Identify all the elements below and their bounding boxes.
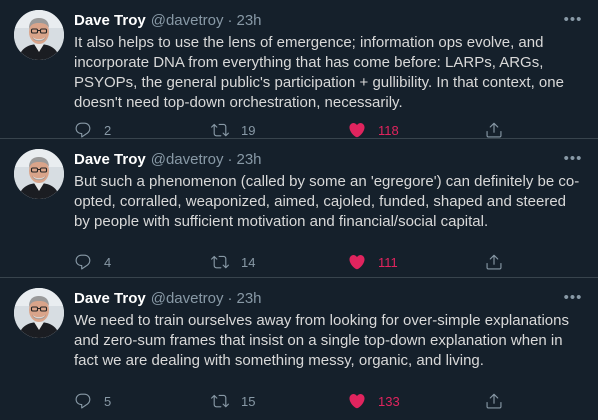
tweet-content: Dave Troy @davetroy · 23h ••• But such a…	[74, 149, 584, 232]
more-icon[interactable]: •••	[562, 8, 584, 30]
separator-dot: ·	[227, 289, 233, 307]
share-icon	[485, 253, 503, 271]
reply-count: 5	[104, 393, 112, 409]
author-name[interactable]: Dave Troy	[74, 12, 146, 29]
tweet-actions: 4 14 111	[74, 250, 503, 274]
tweet-text: We need to train ourselves away from loo…	[74, 312, 569, 369]
heart-icon	[348, 253, 366, 271]
share-button[interactable]	[485, 121, 503, 139]
reply-button[interactable]: 2	[74, 121, 184, 139]
heart-icon	[348, 392, 366, 410]
author-name[interactable]: Dave Troy	[74, 151, 146, 168]
tweet-content: Dave Troy @davetroy · 23h ••• It also he…	[74, 10, 584, 113]
tweet-actions: 5 15 133	[74, 389, 503, 413]
tweet[interactable]: Dave Troy @davetroy · 23h ••• But such a…	[0, 139, 598, 278]
like-count: 111	[378, 254, 398, 270]
share-icon	[485, 121, 503, 139]
more-icon[interactable]: •••	[562, 286, 584, 308]
like-button[interactable]: 133	[348, 392, 458, 410]
retweet-icon	[211, 253, 229, 271]
avatar[interactable]	[14, 149, 64, 199]
tweet[interactable]: Dave Troy @davetroy · 23h ••• It also he…	[0, 0, 598, 139]
retweet-icon	[211, 121, 229, 139]
share-button[interactable]	[485, 392, 503, 410]
retweet-count: 14	[241, 254, 256, 270]
tweet-timestamp[interactable]: 23h	[236, 290, 261, 307]
separator-dot: ·	[227, 150, 233, 168]
share-button[interactable]	[485, 253, 503, 271]
retweet-button[interactable]: 15	[211, 392, 321, 410]
reply-button[interactable]: 5	[74, 392, 184, 410]
author-handle[interactable]: @davetroy	[151, 290, 224, 307]
avatar[interactable]	[14, 288, 64, 338]
author-handle[interactable]: @davetroy	[151, 151, 224, 168]
author-name[interactable]: Dave Troy	[74, 290, 146, 307]
heart-icon	[348, 121, 366, 139]
share-icon	[485, 392, 503, 410]
separator-dot: ·	[227, 11, 233, 29]
retweet-button[interactable]: 19	[211, 121, 321, 139]
like-button[interactable]: 111	[348, 253, 458, 271]
tweet-timeline: Dave Troy @davetroy · 23h ••• It also he…	[0, 0, 598, 420]
tweet-text: It also helps to use the lens of emergen…	[74, 34, 564, 111]
tweet-timestamp[interactable]: 23h	[236, 151, 261, 168]
tweet-header: Dave Troy @davetroy · 23h	[74, 10, 584, 30]
reply-icon	[74, 253, 92, 271]
like-count: 133	[378, 393, 400, 409]
more-icon[interactable]: •••	[562, 147, 584, 169]
tweet-header: Dave Troy @davetroy · 23h	[74, 288, 584, 308]
reply-button[interactable]: 4	[74, 253, 184, 271]
tweet-header: Dave Troy @davetroy · 23h	[74, 149, 584, 169]
avatar[interactable]	[14, 10, 64, 60]
tweet-timestamp[interactable]: 23h	[236, 12, 261, 29]
tweet-text: But such a phenomenon (called by some an…	[74, 173, 580, 230]
tweet[interactable]: Dave Troy @davetroy · 23h ••• We need to…	[0, 278, 598, 420]
retweet-button[interactable]: 14	[211, 253, 321, 271]
reply-icon	[74, 121, 92, 139]
author-handle[interactable]: @davetroy	[151, 12, 224, 29]
like-button[interactable]: 118	[348, 121, 458, 139]
tweet-content: Dave Troy @davetroy · 23h ••• We need to…	[74, 288, 584, 371]
reply-icon	[74, 392, 92, 410]
retweet-icon	[211, 392, 229, 410]
retweet-count: 15	[241, 393, 256, 409]
retweet-count: 19	[241, 122, 256, 138]
reply-count: 4	[104, 254, 112, 270]
like-count: 118	[378, 122, 399, 138]
reply-count: 2	[104, 122, 112, 138]
